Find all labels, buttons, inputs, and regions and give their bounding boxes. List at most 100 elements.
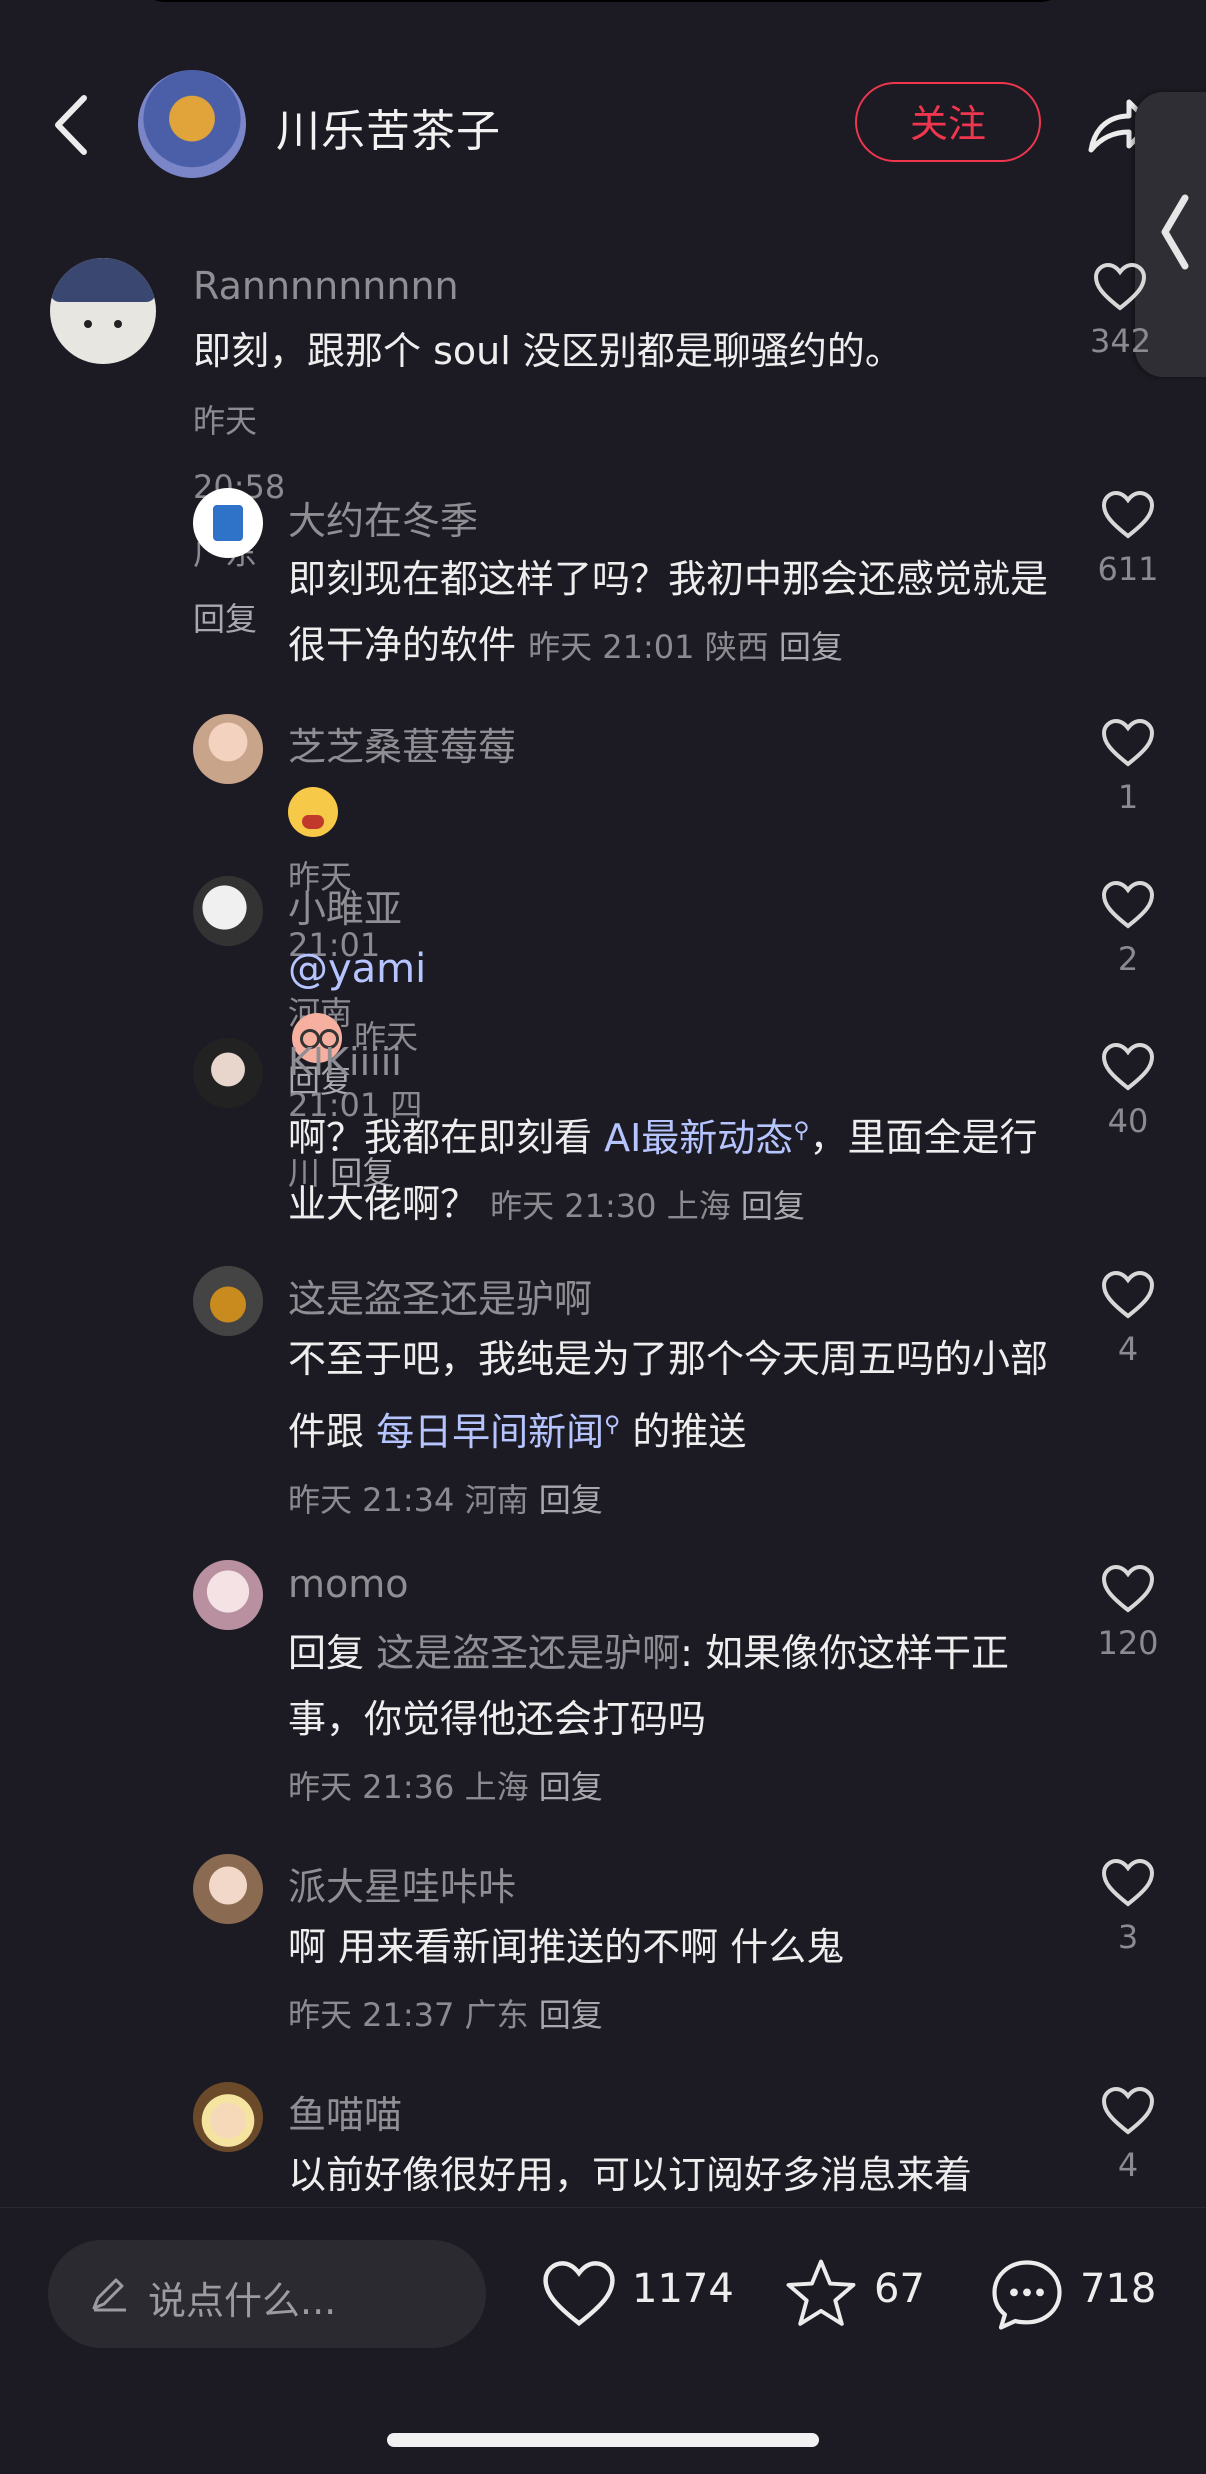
comment-time: 昨天 21:34 (288, 1480, 455, 1519)
comment-location: 河南 (464, 1480, 529, 1519)
heart-icon (1101, 880, 1155, 929)
avatar[interactable] (193, 1560, 263, 1630)
search-icon: ⚲ (793, 1118, 810, 1143)
comment-author[interactable]: 鱼喵喵 (288, 2084, 402, 2139)
like-count: 342 (1090, 322, 1150, 360)
like-count: 40 (1107, 1102, 1149, 1140)
favorite-total: 67 (874, 2266, 925, 2312)
comment-author[interactable]: 小雎亚 (288, 878, 402, 933)
reply-button[interactable]: 回复 (193, 600, 257, 638)
pencil-icon (92, 2278, 126, 2312)
reply-button[interactable]: 回复 (779, 628, 843, 666)
comment-text: 不至于吧，我纯是为了那个今天周五吗的小部件跟 每日早间新闻⚲ 的推送 昨天 21… (288, 1326, 1068, 1533)
like-post-button[interactable]: 1174 (540, 2250, 740, 2340)
comment-input[interactable]: 说点什么... (48, 2240, 486, 2348)
like-total: 1174 (632, 2266, 734, 2312)
avatar[interactable] (193, 1266, 263, 1336)
comment-author[interactable]: 芝芝桑葚莓莓 (288, 716, 516, 771)
reply-button[interactable]: 回复 (741, 1187, 805, 1225)
comment-author[interactable]: 这是盗圣还是驴啊 (288, 1268, 592, 1323)
comment-author[interactable]: 派大星哇咔咔 (288, 1856, 516, 1911)
like-button[interactable]: 1 (1088, 718, 1168, 816)
home-indicator[interactable] (387, 2433, 819, 2447)
comment-body: 啊 用来看新闻推送的不啊 什么鬼 (288, 1925, 845, 1969)
reply-button[interactable]: 回复 (539, 1481, 603, 1519)
reply-button[interactable]: 回复 (539, 1996, 603, 2034)
comment-time: 昨天 21:37 (288, 1996, 455, 2034)
comment-author[interactable]: KIKiiiii (288, 1040, 402, 1084)
like-button[interactable]: 3 (1088, 1858, 1168, 1956)
heart-icon (1101, 2086, 1155, 2135)
search-icon: ⚲ (604, 1412, 621, 1437)
topic-link[interactable]: AI最新动态⚲ (604, 1116, 809, 1160)
chevron-left-icon (1161, 194, 1189, 270)
comment-location: 上海 (666, 1186, 731, 1225)
header: 川乐苦茶子 关注 (0, 60, 1206, 190)
topic-link-label: AI最新动态 (604, 1115, 794, 1160)
comment-total: 718 (1080, 2266, 1157, 2312)
like-button[interactable]: 342 (1090, 262, 1150, 360)
follow-button[interactable]: 关注 (855, 82, 1041, 162)
comment-author[interactable]: 大约在冬季 (288, 490, 478, 545)
like-count: 4 (1117, 2146, 1139, 2184)
comment-location: 陕西 (704, 628, 769, 666)
author-avatar[interactable] (138, 70, 246, 178)
comment-meta: 昨天 21:01 陕西 回复 (528, 628, 843, 666)
like-count: 2 (1117, 940, 1139, 978)
topic-link[interactable]: 每日早间新闻⚲ (376, 1410, 620, 1454)
comment-meta: 昨天 21:36 上海 回复 (288, 1768, 603, 1806)
comment-location: 广东 (464, 1996, 529, 2034)
heart-icon (1101, 1564, 1155, 1613)
heart-icon (1101, 1270, 1155, 1319)
avatar[interactable] (193, 2082, 263, 2152)
like-count: 611 (1097, 550, 1159, 588)
reply-to-user[interactable]: 这是盗圣还是驴啊 (376, 1631, 680, 1675)
like-button[interactable]: 4 (1088, 1270, 1168, 1368)
like-button[interactable]: 4 (1088, 2086, 1168, 2184)
comment-text: 即刻现在都这样了吗？我初中那会还感觉就是很干净的软件 昨天 21:01 陕西 回… (288, 546, 1068, 680)
heart-icon (1101, 490, 1155, 539)
comment-time: 昨天 21:36 (288, 1768, 455, 1806)
like-button[interactable]: 120 (1088, 1564, 1168, 1662)
avatar[interactable] (193, 1038, 263, 1108)
mention-link[interactable]: @yami (288, 946, 426, 992)
like-button[interactable]: 611 (1088, 490, 1168, 588)
like-count: 3 (1117, 1918, 1139, 1956)
favorite-button[interactable]: 67 (782, 2250, 942, 2340)
heart-icon (543, 2261, 615, 2327)
comment-text: 即刻，跟那个 soul 没区别都是聊骚约的。 (193, 329, 903, 373)
avatar[interactable] (193, 876, 263, 946)
comment-bubble-icon (992, 2260, 1062, 2330)
comments-button[interactable]: 718 (988, 2250, 1188, 2340)
comment-meta: 昨天 21:37 广东 回复 (288, 1996, 603, 2034)
comment-body-cont: 的推送 (632, 1409, 747, 1454)
like-button[interactable]: 2 (1088, 880, 1168, 978)
author-name[interactable]: 川乐苦茶子 (276, 95, 501, 159)
heart-icon (1093, 262, 1147, 311)
comment-meta: 昨天 21:30 上海 回复 (490, 1187, 805, 1225)
comment-time: 昨天 21:30 (490, 1186, 657, 1225)
status-notch (135, 0, 1070, 2)
heart-icon (1101, 1042, 1155, 1091)
comment-body: 啊？我都在即刻看 (288, 1115, 593, 1160)
avatar[interactable] (50, 258, 156, 364)
comment-text: 以前好像很好用，可以订阅好多消息来着 (288, 2153, 973, 2197)
back-icon[interactable] (44, 90, 104, 160)
comment-author[interactable]: Rannnnnnnnn (193, 264, 459, 308)
crying-face-emoji (288, 786, 338, 837)
like-count: 1 (1117, 778, 1139, 816)
like-button[interactable]: 40 (1088, 1042, 1168, 1140)
comment-text: 回复 这是盗圣还是驴啊: 如果像你这样干正事，你觉得他还会打码吗 昨天 21:3… (288, 1620, 1068, 1820)
like-count: 4 (1117, 1330, 1139, 1368)
comment-text: 啊 用来看新闻推送的不啊 什么鬼 昨天 21:37 广东 回复 (288, 1914, 1068, 2048)
heart-icon (1101, 1858, 1155, 1907)
avatar[interactable] (193, 1854, 263, 1924)
reply-prefix: 回复 (288, 1631, 365, 1675)
reply-button[interactable]: 回复 (539, 1768, 603, 1806)
comment-time: 昨天 21:01 (528, 628, 695, 666)
comment-meta: 昨天 21:34 河南 回复 (288, 1481, 603, 1519)
comment-location: 上海 (464, 1768, 529, 1806)
avatar[interactable] (193, 714, 263, 784)
avatar[interactable] (193, 488, 263, 558)
comment-author[interactable]: momo (288, 1562, 409, 1606)
